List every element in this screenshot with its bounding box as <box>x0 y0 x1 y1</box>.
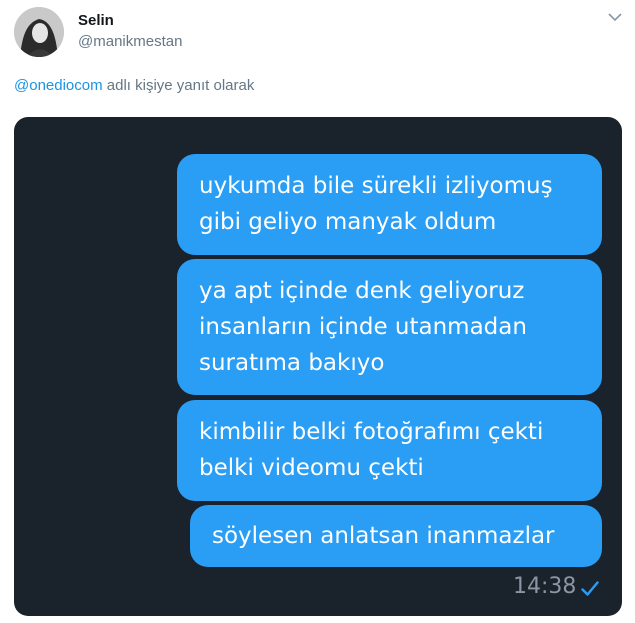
author-name[interactable]: Selin <box>78 12 114 29</box>
message-line: uykumda bile sürekli izliyomuş <box>199 173 553 199</box>
avatar[interactable] <box>14 7 64 57</box>
message-bubble: uykumda bile sürekli izliyomuş gibi geli… <box>177 154 602 255</box>
message-bubble: kimbilir belki fotoğrafımı çekti belki v… <box>177 400 602 501</box>
chat-screenshot[interactable]: uykumda bile sürekli izliyomuş gibi geli… <box>14 117 622 616</box>
author-handle[interactable]: @manikmestan <box>78 33 182 50</box>
reply-mention-link[interactable]: @onediocom <box>14 77 103 94</box>
reply-context-text: adlı kişiye yanıt olarak <box>102 77 255 94</box>
message-line: suratıma bakıyo <box>199 350 385 376</box>
profile-photo <box>14 7 64 57</box>
chevron-down-icon[interactable] <box>608 12 622 22</box>
message-line: söylesen anlatsan inanmazlar <box>212 523 555 549</box>
message-line: insanların içinde utanmadan <box>199 314 527 340</box>
message-bubble: söylesen anlatsan inanmazlar <box>190 505 602 567</box>
message-bubble: ya apt içinde denk geliyoruz insanların … <box>177 259 602 395</box>
message-line: gibi geliyo manyak oldum <box>199 209 497 235</box>
message-time: 14:38 <box>513 574 577 599</box>
message-line: ya apt içinde denk geliyoruz <box>199 278 525 304</box>
message-line: kimbilir belki fotoğrafımı çekti <box>199 419 544 445</box>
message-line: belki videomu çekti <box>199 455 424 481</box>
reply-context: @onediocom adlı kişiye yanıt olarak <box>14 77 254 94</box>
check-icon <box>581 581 599 596</box>
